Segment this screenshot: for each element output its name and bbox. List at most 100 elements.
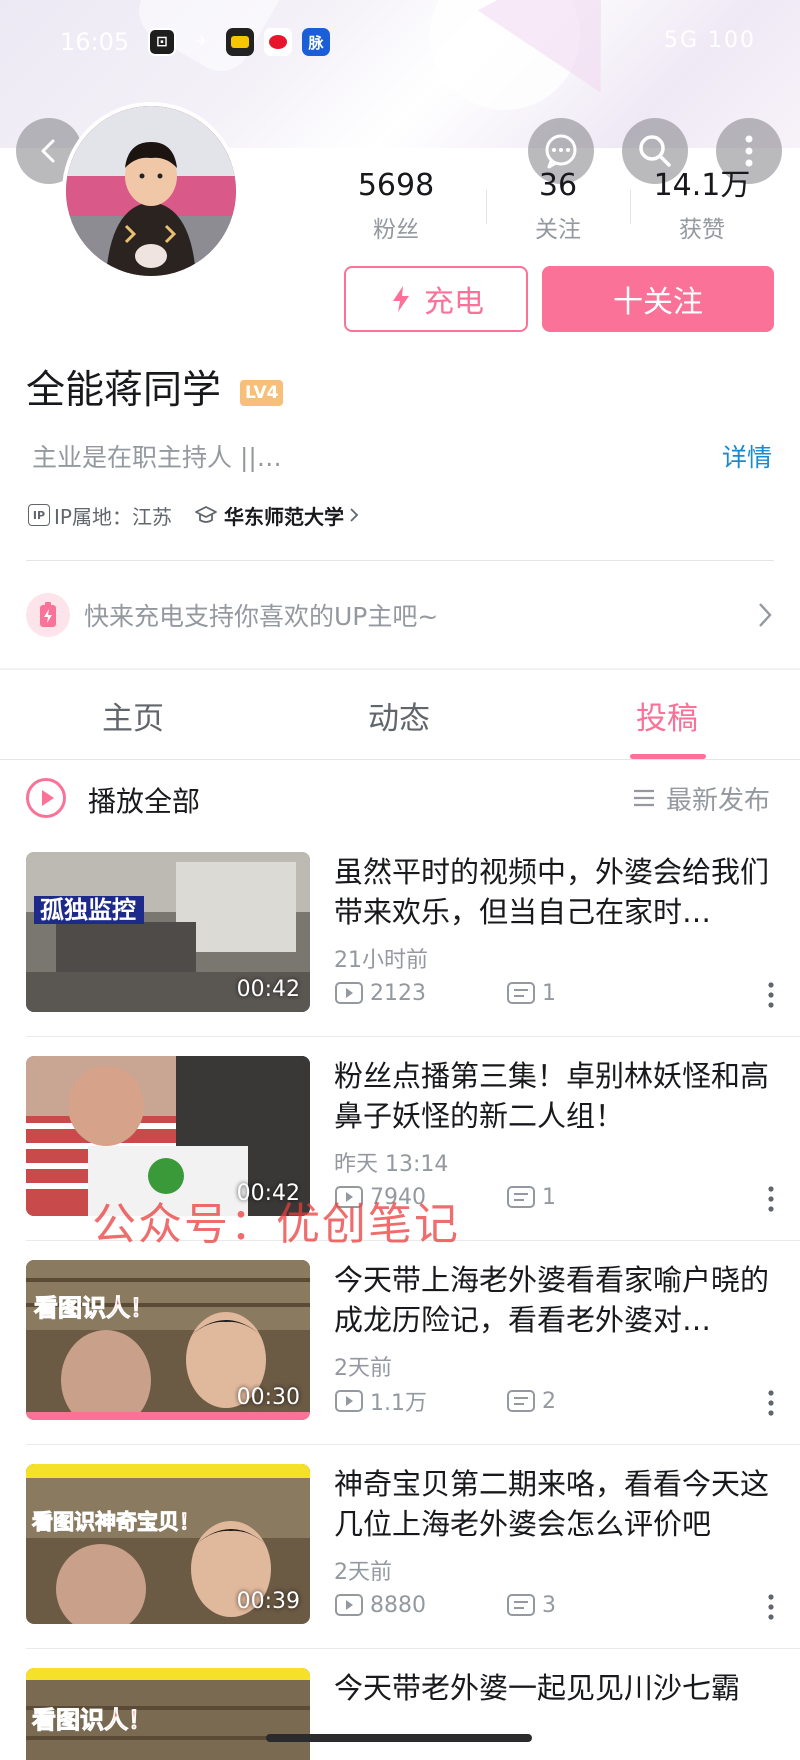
video-duration: 00:42 xyxy=(236,977,300,1002)
battery-charge-icon xyxy=(26,593,70,637)
fans-stat[interactable]: 5698 粉丝 xyxy=(326,168,466,244)
video-thumbnail[interactable]: 看图识人！ xyxy=(26,1668,310,1760)
likes-label: 获赞 xyxy=(679,217,725,243)
comment-count-value: 3 xyxy=(542,1592,556,1618)
graduation-cap-icon xyxy=(195,506,217,523)
play-circle-icon[interactable] xyxy=(26,778,66,818)
stat-divider xyxy=(486,190,487,224)
chevron-right-icon xyxy=(759,603,772,627)
avatar-photo xyxy=(66,106,236,276)
video-thumbnail[interactable]: 孤独监控 00:42 xyxy=(26,852,310,1012)
following-stat[interactable]: 36 关注 xyxy=(488,168,628,244)
back-arrow-icon xyxy=(41,139,55,163)
following-label: 关注 xyxy=(535,217,581,243)
likes-stat: 14.1万 获赞 xyxy=(632,168,772,244)
school-link[interactable]: 华东师范大学 xyxy=(194,501,360,530)
video-time: 2天前 xyxy=(334,1560,392,1585)
play-count-icon xyxy=(335,1594,363,1616)
comment-count: 2 xyxy=(506,1389,556,1414)
chat-bubble-icon xyxy=(545,134,577,169)
search-icon xyxy=(639,135,671,167)
fans-count: 5698 xyxy=(357,168,435,203)
comment-icon xyxy=(507,1390,535,1412)
bio-text[interactable]: 主业是在职主持人 ||… xyxy=(32,440,282,476)
more-vertical-icon[interactable] xyxy=(766,980,776,1010)
video-stats: 8880 3 xyxy=(334,1590,774,1620)
username: 全能蒋同学 xyxy=(26,368,222,413)
status-indicators: 5G 100 xyxy=(663,28,756,53)
view-count-value: 8880 xyxy=(370,1592,426,1618)
more-vertical-icon[interactable] xyxy=(766,1592,776,1622)
view-count: 8880 xyxy=(334,1593,506,1618)
watermark-text: 公众号：优创笔记 xyxy=(92,1199,460,1250)
video-item[interactable]: 孤独监控 00:42 虽然平时的视频中，外婆会给我们带来欢乐，但当自己在家时… … xyxy=(0,852,800,1056)
charge-promo-text: 快来充电支持你喜欢的UP主吧~ xyxy=(84,602,439,631)
weibo-app-icon xyxy=(264,28,292,56)
view-count-value: 1.1万 xyxy=(370,1391,427,1416)
video-title[interactable]: 粉丝点播第三集！卓别林妖怪和高鼻子妖怪的新二人组！ xyxy=(334,1056,774,1136)
likes-count: 14.1万 xyxy=(653,168,751,203)
comment-icon xyxy=(507,1186,535,1208)
comment-count: 1 xyxy=(506,1185,556,1210)
fans-label: 粉丝 xyxy=(373,217,419,243)
comment-icon xyxy=(507,982,535,1004)
profile-tabs: 主页 动态 投稿 xyxy=(0,670,800,760)
comment-count: 1 xyxy=(506,981,556,1006)
play-count-icon xyxy=(335,1390,363,1412)
following-count: 36 xyxy=(538,168,578,203)
status-bar: 16:05 ⊡ ✈ 脉 5G 100 xyxy=(0,22,800,66)
video-title[interactable]: 虽然平时的视频中，外婆会给我们带来欢乐，但当自己在家时… xyxy=(334,852,774,932)
ip-location: IP属地：江苏 xyxy=(54,504,172,529)
video-duration: 00:30 xyxy=(236,1385,300,1410)
tab-dynamics[interactable]: 动态 xyxy=(266,670,532,760)
video-time: 昨天 13:14 xyxy=(334,1152,449,1177)
more-vertical-icon[interactable] xyxy=(766,1184,776,1214)
video-item[interactable]: 看图识人！ 00:30 今天带上海老外婆看看家喻户晓的成龙历险记，看看老外婆对…… xyxy=(0,1260,800,1464)
avatar[interactable] xyxy=(62,102,240,280)
video-title[interactable]: 今天带上海老外婆看看家喻户晓的成龙历险记，看看老外婆对… xyxy=(334,1260,774,1340)
chevron-right-icon xyxy=(350,508,359,522)
ip-icon: IP xyxy=(28,504,50,526)
video-item[interactable]: 看图识神奇宝贝！ 00:39 神奇宝贝第二期来咯，看看今天这几位上海老外婆会怎么… xyxy=(0,1464,800,1668)
video-time: 21小时前 xyxy=(334,948,428,973)
comment-count-value: 2 xyxy=(542,1388,556,1414)
tab-home[interactable]: 主页 xyxy=(0,670,266,760)
video-title[interactable]: 今天带老外婆一起见见川沙七霸 xyxy=(334,1668,774,1708)
list-header: 播放全部 最新发布 xyxy=(0,770,800,830)
comment-count-value: 1 xyxy=(542,1184,556,1210)
play-count-icon xyxy=(335,982,363,1004)
comment-count: 3 xyxy=(506,1593,556,1618)
ip-school-row: IP IP属地：江苏 华东师范大学 xyxy=(28,500,360,530)
video-item[interactable]: 看图识人！ 今天带老外婆一起见见川沙七霸 xyxy=(0,1668,800,1760)
thumbnail-caption: 孤独监控 xyxy=(40,896,136,924)
charge-button[interactable]: 充电 xyxy=(344,266,528,332)
home-indicator[interactable] xyxy=(266,1734,532,1742)
video-thumbnail[interactable]: 看图识神奇宝贝！ 00:39 xyxy=(26,1464,310,1624)
sort-lines-icon xyxy=(634,789,654,807)
more-vertical-icon[interactable] xyxy=(766,1388,776,1418)
play-all-button[interactable]: 播放全部 xyxy=(88,780,200,820)
video-stats: 2123 1 xyxy=(334,978,774,1008)
thumbnail-caption: 看图识人！ xyxy=(32,1706,153,1735)
stat-divider xyxy=(630,190,631,224)
notion-app-icon: ⊡ xyxy=(148,28,176,56)
follow-button[interactable]: 十关注 xyxy=(542,266,774,332)
active-tab-indicator xyxy=(630,754,706,759)
divider xyxy=(26,1648,800,1649)
level-badge: LV4 xyxy=(240,380,284,406)
charge-label: 充电 xyxy=(424,285,484,320)
charge-promo-banner[interactable]: 快来充电支持你喜欢的UP主吧~ xyxy=(26,590,778,640)
status-time: 16:05 xyxy=(60,28,130,56)
detail-link[interactable]: 详情 xyxy=(722,440,772,476)
view-count: 1.1万 xyxy=(334,1385,506,1417)
divider xyxy=(26,560,774,561)
taxi-app-icon xyxy=(226,28,254,56)
thumbnail-caption: 看图识神奇宝贝！ xyxy=(32,1510,201,1535)
divider xyxy=(26,1444,800,1445)
video-title[interactable]: 神奇宝贝第二期来咯，看看今天这几位上海老外婆会怎么评价吧 xyxy=(334,1464,774,1544)
maimai-app-icon: 脉 xyxy=(302,28,330,56)
video-thumbnail[interactable]: 看图识人！ 00:30 xyxy=(26,1260,310,1420)
sort-button[interactable]: 最新发布 xyxy=(666,780,770,817)
tab-uploads[interactable]: 投稿 xyxy=(534,670,800,760)
more-vertical-icon xyxy=(745,135,753,167)
